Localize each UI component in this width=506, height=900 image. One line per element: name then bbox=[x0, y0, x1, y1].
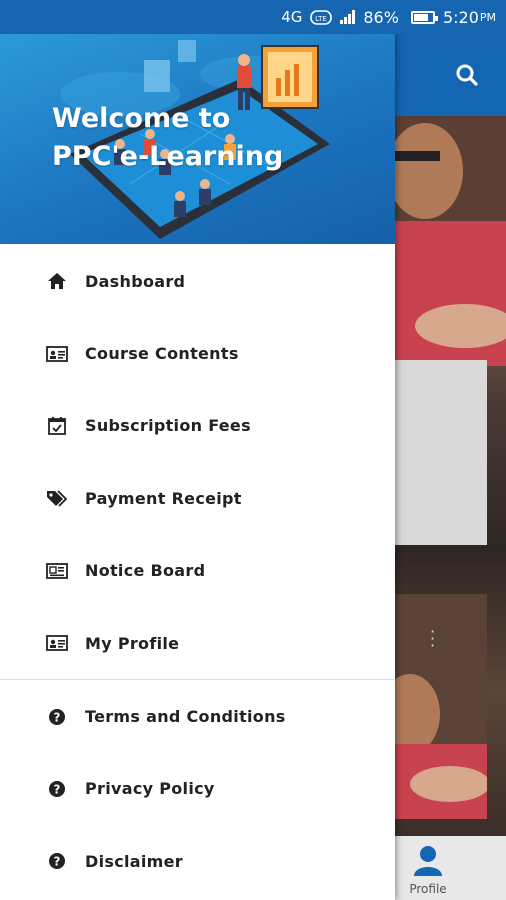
question-circle-icon: ? bbox=[49, 780, 65, 797]
clock: 5:20 PM bbox=[443, 8, 496, 27]
video-card[interactable] bbox=[380, 594, 490, 819]
menu-item-label: Notice Board bbox=[85, 561, 206, 581]
menu-item-disclaimer[interactable]: ? Disclaimer bbox=[0, 825, 395, 897]
svg-text:LTE: LTE bbox=[316, 15, 328, 23]
menu-item-label: Disclaimer bbox=[85, 851, 183, 871]
question-circle-icon: ? bbox=[49, 708, 65, 725]
welcome-title: Welcome to PPC'e-Learning bbox=[52, 100, 283, 176]
navigation-drawer: Welcome to PPC'e-Learning Dashboard Cour… bbox=[0, 34, 395, 900]
id-card-icon bbox=[46, 635, 68, 652]
battery-percent: 86% bbox=[363, 7, 399, 27]
volte-icon: LTE bbox=[310, 8, 333, 26]
menu-item-my-profile[interactable]: My Profile bbox=[0, 607, 395, 679]
bottom-nav-profile-label: Profile bbox=[409, 882, 447, 896]
menu-item-label: My Profile bbox=[85, 633, 180, 653]
question-circle-icon: ? bbox=[49, 853, 65, 870]
menu-item-label: Course Contents bbox=[85, 344, 239, 364]
signal-icon bbox=[340, 10, 356, 24]
content-card[interactable] bbox=[395, 360, 487, 545]
menu-item-subscription-fees[interactable]: Subscription Fees bbox=[0, 390, 395, 462]
bottom-nav-profile[interactable]: Profile bbox=[404, 844, 452, 896]
drawer-header: Welcome to PPC'e-Learning bbox=[0, 34, 395, 244]
more-options-icon[interactable]: · · · bbox=[430, 624, 435, 654]
menu-item-dashboard[interactable]: Dashboard bbox=[0, 245, 395, 317]
menu-item-label: Terms and Conditions bbox=[85, 707, 286, 727]
home-icon bbox=[48, 273, 66, 290]
id-card-icon bbox=[46, 345, 68, 362]
battery-icon bbox=[407, 10, 438, 24]
menu-item-course-contents[interactable]: Course Contents bbox=[0, 317, 395, 389]
menu-item-terms[interactable]: ? Terms and Conditions bbox=[0, 680, 395, 752]
calendar-check-icon bbox=[48, 416, 66, 435]
status-bar: 4G LTE 86% 5:20 PM bbox=[0, 0, 506, 34]
drawer-menu-secondary: ? Terms and Conditions ? Privacy Policy … bbox=[0, 680, 395, 897]
svg-text:?: ? bbox=[54, 710, 61, 724]
svg-text:?: ? bbox=[54, 782, 61, 796]
svg-text:?: ? bbox=[54, 855, 61, 869]
network-indicator: 4G bbox=[281, 8, 303, 26]
menu-item-notice-board[interactable]: Notice Board bbox=[0, 535, 395, 607]
drawer-menu-primary: Dashboard Course Contents Subscription F… bbox=[0, 244, 395, 679]
welcome-line-2: PPC'e-Learning bbox=[52, 141, 284, 172]
menu-item-label: Subscription Fees bbox=[85, 416, 251, 436]
menu-item-label: Payment Receipt bbox=[85, 488, 242, 508]
menu-item-label: Privacy Policy bbox=[85, 779, 215, 799]
newspaper-icon bbox=[46, 562, 68, 579]
clock-ampm: PM bbox=[479, 10, 496, 24]
menu-item-payment-receipt[interactable]: Payment Receipt bbox=[0, 462, 395, 534]
menu-item-label: Dashboard bbox=[85, 271, 186, 291]
search-icon[interactable] bbox=[456, 64, 478, 86]
person-icon bbox=[414, 846, 442, 876]
clock-time: 5:20 bbox=[442, 7, 479, 27]
welcome-line-1: Welcome to bbox=[52, 103, 231, 134]
tags-icon bbox=[47, 490, 68, 507]
menu-item-privacy-policy[interactable]: ? Privacy Policy bbox=[0, 753, 395, 825]
